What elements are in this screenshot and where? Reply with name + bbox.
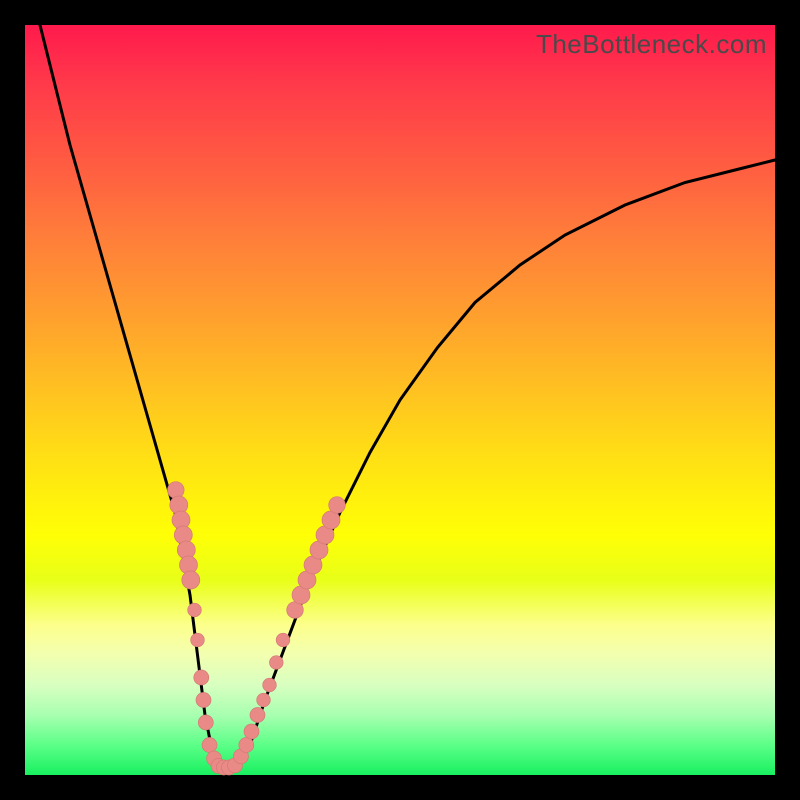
bead bbox=[202, 738, 217, 753]
plot-area: TheBottleneck.com bbox=[25, 25, 775, 775]
bead bbox=[322, 511, 340, 529]
bead bbox=[329, 497, 346, 514]
bead bbox=[270, 656, 284, 670]
bead bbox=[198, 715, 213, 730]
bead bbox=[263, 678, 277, 692]
bead bbox=[194, 670, 209, 685]
bead bbox=[276, 633, 290, 647]
bead bbox=[196, 693, 211, 708]
bead bbox=[191, 633, 205, 647]
chart-svg bbox=[25, 25, 775, 775]
beads-right bbox=[228, 497, 346, 773]
bead bbox=[182, 571, 200, 589]
bottleneck-curve bbox=[40, 25, 775, 768]
bead bbox=[239, 738, 254, 753]
beads-left bbox=[168, 482, 237, 775]
bead bbox=[244, 724, 259, 739]
bead bbox=[168, 482, 185, 499]
bead bbox=[250, 708, 265, 723]
bead bbox=[188, 603, 202, 617]
bead bbox=[257, 693, 271, 707]
chart-frame: TheBottleneck.com bbox=[0, 0, 800, 800]
